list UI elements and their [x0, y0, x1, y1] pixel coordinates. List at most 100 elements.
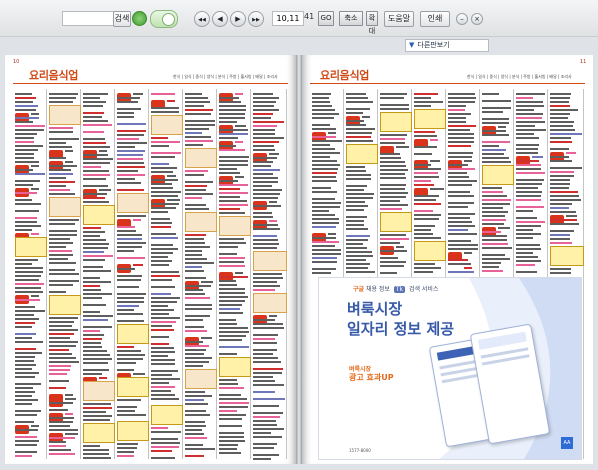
listing-text-line — [117, 410, 135, 412]
listing-text-line — [99, 150, 107, 152]
listing-text-line — [117, 301, 144, 303]
listing-text-line — [235, 272, 243, 274]
listing-text-line — [15, 263, 33, 265]
right-subhead: 한식 | 일식 | 중식 | 양식 | 분식 | 주방 | 홀서빙 | 배달 |… — [467, 74, 572, 79]
listing-text-line — [482, 207, 503, 209]
listing-text-line — [151, 431, 181, 433]
close-icon[interactable]: × — [471, 13, 483, 25]
listing-text-line — [151, 171, 174, 173]
page-number-input[interactable]: 10,11 — [272, 11, 304, 26]
listing-text-line — [15, 169, 33, 171]
listing-text-line — [414, 164, 431, 166]
listing-text-line — [185, 234, 207, 236]
listing-text-line — [185, 410, 207, 412]
boxed-listing — [83, 423, 115, 443]
listing-text-line — [253, 432, 272, 434]
listing-text-line — [312, 156, 330, 158]
listing-text-line — [185, 185, 208, 187]
listing-text-line — [312, 180, 337, 182]
listing-text-line — [430, 188, 444, 190]
search-input[interactable] — [62, 11, 116, 26]
print-button[interactable]: 인쇄 — [420, 11, 450, 27]
boxed-listing — [117, 324, 149, 344]
edition-select[interactable]: ▼ 다른판보기 — [405, 39, 489, 52]
listing-text-line — [185, 293, 205, 295]
boxed-listing — [346, 144, 378, 164]
search-go-icon[interactable] — [132, 11, 147, 26]
listing-text-line — [380, 257, 398, 259]
listing-text-line — [49, 258, 69, 260]
next-page-button[interactable]: ▶ — [230, 11, 246, 27]
listing-text-line — [219, 304, 243, 306]
minimize-icon[interactable]: – — [456, 13, 468, 25]
prev-page-button[interactable]: ◀ — [212, 11, 228, 27]
search-button[interactable]: 검색 — [113, 11, 131, 27]
listing-text-line — [201, 337, 212, 339]
listing-text-line — [83, 259, 105, 261]
listing-text-line — [448, 145, 471, 147]
right-page[interactable]: 11 요리음식업 한식 | 일식 | 중식 | 양식 | 분식 | 주방 | 홀… — [302, 55, 593, 464]
listing-text-line — [550, 179, 570, 181]
listing-text-line — [498, 227, 510, 229]
listing-text-line — [346, 197, 373, 199]
listing-text-line — [83, 116, 102, 118]
listing-text-line — [49, 173, 74, 175]
listing-text-line — [566, 215, 578, 217]
listing-text-line — [219, 425, 242, 427]
listing-text-line — [253, 424, 278, 426]
listing-text-line — [482, 145, 499, 147]
listing-text-line — [219, 402, 249, 404]
zoom-in-button[interactable]: 확대 — [366, 11, 378, 35]
boxed-listing — [219, 216, 251, 236]
listing-text-line — [253, 323, 283, 325]
listing-text-line — [49, 291, 67, 293]
ad-headline-1: 벼룩시장 — [347, 300, 403, 318]
listing-text-line — [49, 157, 67, 159]
listing-text-line — [253, 141, 279, 143]
ad-headline-2: 일자리 정보 제공 — [347, 320, 455, 338]
listing-text-line — [414, 195, 440, 197]
listing-text-line — [328, 233, 336, 235]
listing-text-line — [185, 238, 205, 240]
listing-text-line — [414, 229, 431, 231]
view-toggle[interactable] — [150, 10, 178, 28]
listing-text-line — [253, 189, 283, 191]
first-page-button[interactable]: ◀◀ — [194, 11, 210, 27]
listing-text-line — [482, 195, 508, 197]
listing-text-line — [15, 225, 41, 227]
listing-text-line — [516, 144, 539, 146]
listing-text-line — [219, 444, 238, 446]
listing-text-line — [414, 105, 432, 107]
listing-text-line — [482, 215, 505, 217]
listing-text-line — [15, 318, 39, 320]
listing-text-line — [49, 138, 79, 140]
listing-text-line — [253, 368, 284, 370]
left-page[interactable]: 10 요리음식업 한식 | 일식 | 중식 | 양식 | 분식 | 주방 | 홀… — [5, 55, 296, 464]
zoom-out-button[interactable]: 축소 — [339, 11, 363, 26]
help-button[interactable]: 도움말 — [384, 11, 414, 27]
advertisement[interactable]: 구글 채용 정보 Tk 검색 서비스 벼룩시장 일자리 정보 제공 벼룩시장 광고… — [318, 277, 582, 460]
listing-text-line — [15, 444, 38, 446]
listing-text-line — [550, 195, 580, 197]
column-divider — [80, 89, 81, 459]
listing-text-line — [185, 357, 213, 359]
last-page-button[interactable]: ▶▶ — [248, 11, 264, 27]
listing-text-line — [151, 438, 178, 440]
listing-text-line — [253, 129, 275, 131]
listing-text-line — [83, 243, 110, 245]
listing-text-line — [253, 193, 280, 195]
listing-text-line — [346, 201, 365, 203]
listing-text-line — [117, 350, 142, 352]
listing-text-line — [312, 109, 335, 111]
listing-text-line — [380, 208, 402, 210]
listing-text-line — [219, 113, 246, 115]
listing-text-line — [83, 193, 108, 195]
listing-text-line — [346, 255, 373, 257]
boxed-listing — [185, 212, 217, 232]
go-button[interactable]: GO — [318, 11, 334, 26]
boxed-listing — [151, 405, 183, 425]
listing-text-line — [219, 406, 249, 408]
listing-text-line — [219, 353, 238, 355]
listing-text-line — [312, 117, 334, 119]
listing-text-line — [566, 152, 577, 154]
